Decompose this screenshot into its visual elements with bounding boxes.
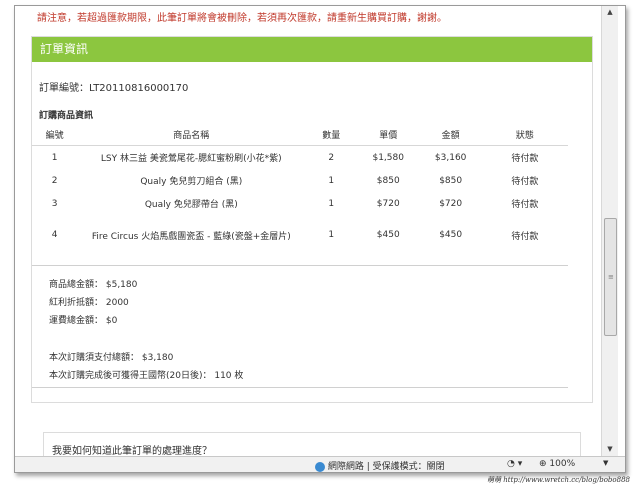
goods-total: 商品總金額： $5,180 bbox=[49, 280, 138, 290]
zoom-icon: ⊕ bbox=[539, 459, 547, 469]
cell-name: Qualy 免兒剪刀組合 (黑) bbox=[140, 177, 243, 187]
zoom-dropdown-icon[interactable]: ▼ bbox=[603, 459, 608, 467]
table-row: 2 Qualy 免兒剪刀組合 (黑) 1 $850 $850 待付款 bbox=[32, 169, 568, 192]
order-items-table: 編號 商品名稱 數量 單價 金額 狀態 1 LSY 林三益 美瓷鶯尾花-腮紅蜜粉… bbox=[32, 123, 568, 255]
browser-window: 請注意，若超過匯款期限，此筆訂單將會被刪除，若須再次匯款，請重新生購買訂購，謝謝… bbox=[14, 5, 626, 473]
zone-settings-icon[interactable]: ◔ ▾ bbox=[507, 459, 522, 469]
table-row: 1 LSY 林三益 美瓷鶯尾花-腮紅蜜粉刷(小花*紫) 2 $1,580 $3,… bbox=[32, 146, 568, 170]
col-header-status: 狀態 bbox=[481, 123, 568, 146]
cell-price: $850 bbox=[376, 175, 400, 186]
cell-status: 待付款 bbox=[511, 200, 539, 210]
cell-price: $450 bbox=[376, 230, 400, 240]
col-header-name: 商品名稱 bbox=[77, 123, 306, 146]
cell-index: 4 bbox=[51, 230, 58, 240]
col-header-amount: 金額 bbox=[419, 123, 482, 146]
col-header-qty: 數量 bbox=[305, 123, 358, 146]
summary-divider-bottom bbox=[32, 387, 568, 388]
zoom-level: 100% bbox=[549, 459, 576, 469]
order-number: 訂單編號：LT20110816000170 bbox=[39, 83, 189, 94]
security-zone: 網際網路 | 受保護模式：關閉 bbox=[315, 459, 445, 472]
status-bar: 網際網路 | 受保護模式：關閉 ◔ ▾ ⊕ 100% ▼ bbox=[15, 456, 625, 472]
cell-qty: 1 bbox=[328, 175, 335, 186]
cell-name: Qualy 免兒膠帶台 (黑) bbox=[144, 200, 238, 210]
cell-index: 1 bbox=[51, 152, 58, 163]
scroll-thumb[interactable]: ≡ bbox=[604, 218, 617, 336]
page-viewport: 請注意，若超過匯款期限，此筆訂單將會被刪除，若須再次匯款，請重新生購買訂購，謝謝… bbox=[15, 6, 601, 456]
order-progress-question: 我要如何知道此筆訂單的處理進度？ bbox=[52, 446, 212, 456]
cell-name: LSY 林三益 美瓷鶯尾花-腮紅蜜粉刷(小花*紫) bbox=[100, 154, 282, 164]
table-row: 4 Fire Circus 火焰馬戲團瓷盃 - 藍綠(瓷盤+金層片) 1 $45… bbox=[32, 215, 568, 255]
cell-status: 待付款 bbox=[511, 154, 539, 164]
cell-amount: $720 bbox=[439, 198, 463, 209]
watermark: 萌萌 http://www.wretch.cc/blog/bobo888 bbox=[487, 476, 630, 484]
col-header-index: 編號 bbox=[32, 123, 78, 146]
cell-amount: $450 bbox=[439, 230, 463, 240]
items-section-title: 訂購商品資訊 bbox=[39, 111, 94, 121]
cell-qty: 1 bbox=[328, 230, 335, 240]
globe-icon bbox=[315, 461, 325, 472]
shipping-total: 運費總金額： $0 bbox=[49, 316, 118, 326]
scroll-up-icon[interactable]: ▲ bbox=[602, 6, 618, 18]
summary-divider-top bbox=[32, 265, 568, 266]
points-earned: 本次訂購完成後可獲得王國幣(20日後)： 110 枚 bbox=[49, 371, 244, 381]
payment-notice: 請注意，若超過匯款期限，此筆訂單將會被刪除，若須再次匯款，請重新生購買訂購，謝謝… bbox=[37, 13, 447, 24]
cell-status: 待付款 bbox=[511, 177, 539, 187]
zoom-control[interactable]: ⊕ 100% bbox=[539, 459, 575, 469]
security-zone-label: 網際網路 | 受保護模式：關閉 bbox=[327, 462, 445, 472]
cell-price: $720 bbox=[376, 198, 400, 209]
bonus-discount: 紅利折抵額： 2000 bbox=[49, 298, 129, 308]
order-info-header: 訂單資訊 bbox=[32, 37, 592, 62]
order-progress-panel: 我要如何知道此筆訂單的處理進度？ bbox=[43, 432, 581, 456]
order-info-panel: 訂單資訊 訂單編號：LT20110816000170 訂購商品資訊 編號 商品名… bbox=[31, 36, 593, 403]
cell-index: 3 bbox=[51, 198, 58, 209]
scroll-down-icon[interactable]: ▼ bbox=[602, 443, 618, 455]
cell-price: $1,580 bbox=[372, 152, 404, 163]
table-row: 3 Qualy 免兒膠帶台 (黑) 1 $720 $720 待付款 bbox=[32, 192, 568, 215]
cell-index: 2 bbox=[51, 175, 58, 186]
cell-name: Fire Circus 火焰馬戲團瓷盃 - 藍綠(瓷盤+金層片) bbox=[91, 231, 291, 242]
cell-qty: 1 bbox=[328, 198, 335, 209]
cell-status: 待付款 bbox=[511, 231, 539, 242]
grip-icon: ≡ bbox=[608, 273, 614, 281]
pay-total: 本次訂購須支付總額： $3,180 bbox=[49, 353, 174, 363]
cell-amount: $850 bbox=[439, 175, 463, 186]
table-header-row: 編號 商品名稱 數量 單價 金額 狀態 bbox=[32, 123, 568, 146]
cell-amount: $3,160 bbox=[434, 152, 467, 163]
cell-qty: 2 bbox=[328, 152, 335, 163]
vertical-scrollbar[interactable]: ▲ ≡ ▼ bbox=[601, 6, 618, 456]
col-header-price: 單價 bbox=[357, 123, 420, 146]
